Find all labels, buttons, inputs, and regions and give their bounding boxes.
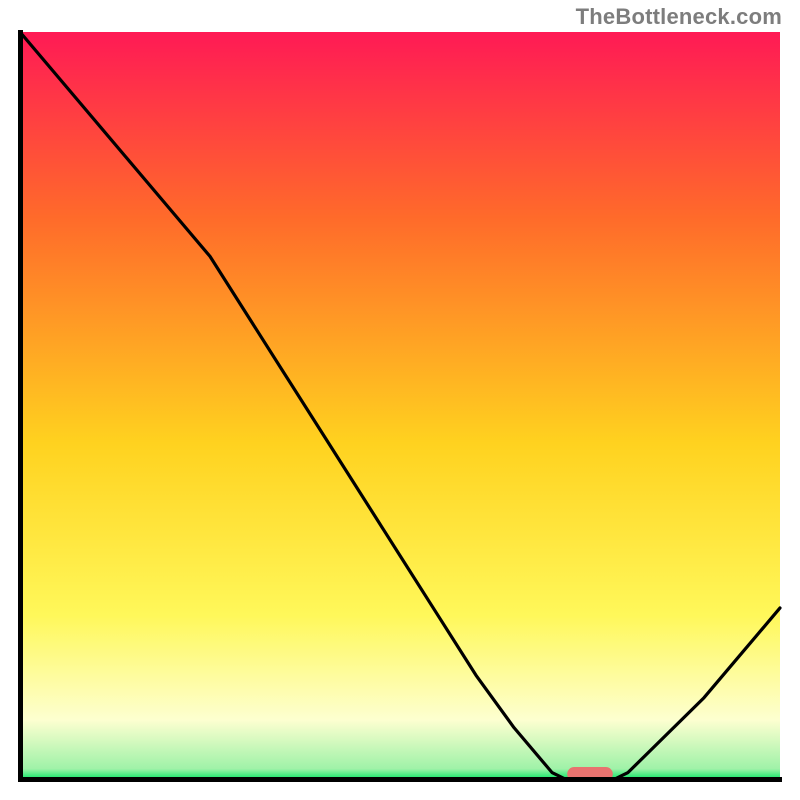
bottleneck-chart — [18, 30, 782, 782]
watermark-text: TheBottleneck.com — [576, 4, 782, 30]
chart-svg — [18, 30, 782, 782]
gradient-background — [20, 32, 780, 780]
